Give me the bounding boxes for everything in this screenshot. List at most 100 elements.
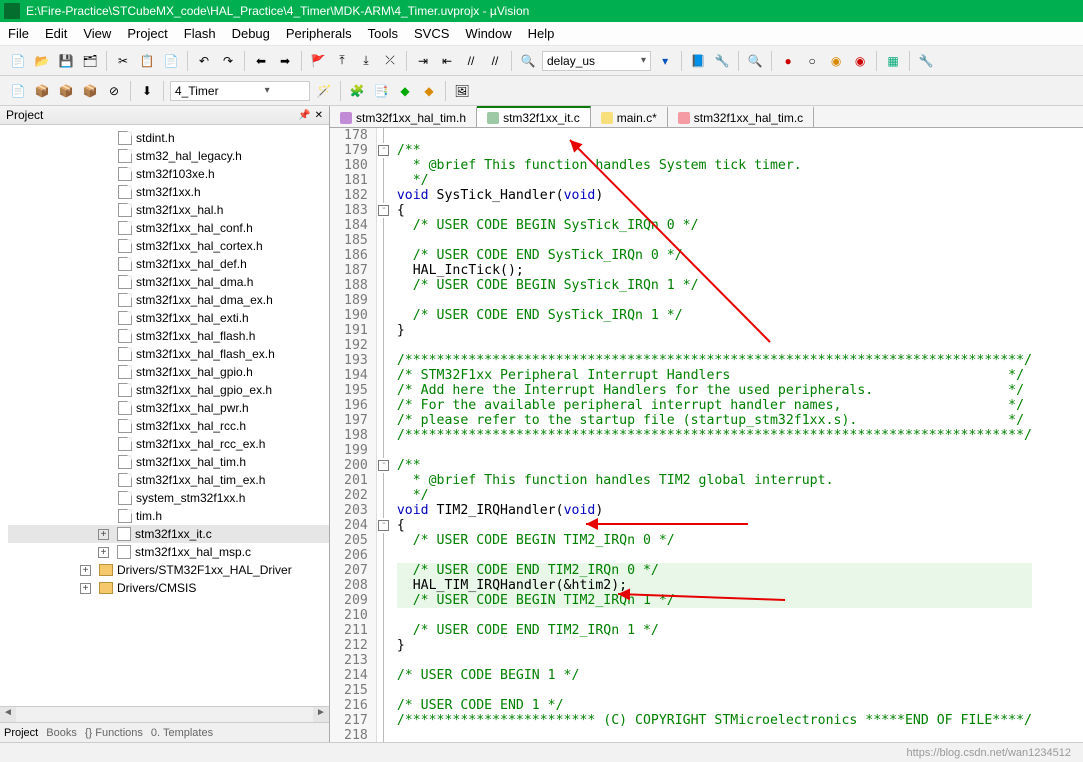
tree-file[interactable]: tim.h — [8, 507, 329, 525]
menu-tools[interactable]: Tools — [368, 26, 398, 41]
paste-icon[interactable]: 📄 — [161, 51, 181, 71]
circle3-icon[interactable]: ◉ — [850, 51, 870, 71]
stop-build-icon[interactable]: ⊘ — [104, 81, 124, 101]
pin-icon[interactable]: 📌 — [298, 110, 310, 121]
tree-file[interactable]: stdint.h — [8, 129, 329, 147]
bookmark-next-icon[interactable]: ⤓ — [356, 51, 376, 71]
close-panel-icon[interactable]: ✕ — [315, 110, 323, 121]
book-icon[interactable]: 📘 — [688, 51, 708, 71]
uncomment-icon[interactable]: // — [485, 51, 505, 71]
bookmark-icon[interactable]: 🚩 — [308, 51, 328, 71]
tree-file[interactable]: stm32f1xx_hal_flash.h — [8, 327, 329, 345]
menu-flash[interactable]: Flash — [184, 26, 216, 41]
tree-file[interactable]: stm32f1xx_hal_flash_ex.h — [8, 345, 329, 363]
menu-project[interactable]: Project — [127, 26, 167, 41]
translate-icon[interactable]: 📄 — [8, 81, 28, 101]
build-icon[interactable]: 📦 — [32, 81, 52, 101]
expand-icon[interactable]: + — [80, 565, 91, 576]
panel-tab[interactable]: Books — [46, 727, 77, 739]
tree-file[interactable]: stm32f103xe.h — [8, 165, 329, 183]
cut-icon[interactable]: ✂ — [113, 51, 133, 71]
circle1-icon[interactable]: ○ — [802, 51, 822, 71]
rte2-icon[interactable]: ◆ — [419, 81, 439, 101]
tree-file[interactable]: stm32f1xx_hal_tim.h — [8, 453, 329, 471]
find-icon[interactable]: 🔍 — [518, 51, 538, 71]
tree-file[interactable]: stm32f1xx_hal_gpio_ex.h — [8, 381, 329, 399]
expand-icon[interactable]: + — [80, 583, 91, 594]
tree-file[interactable]: stm32f1xx_hal.h — [8, 201, 329, 219]
fold-column[interactable] — [377, 128, 391, 742]
debug-icon[interactable]: 🔍 — [745, 51, 765, 71]
download-icon[interactable]: ⬇ — [137, 81, 157, 101]
tree-file[interactable]: stm32f1xx_hal_tim_ex.h — [8, 471, 329, 489]
tree-hscroll[interactable]: ◄► — [0, 706, 329, 722]
editor-tab[interactable]: stm32f1xx_hal_tim.h — [330, 106, 477, 127]
tree-file[interactable]: +stm32f1xx_it.c — [8, 525, 329, 543]
panel-tab[interactable]: Project — [4, 727, 38, 739]
copy-icon[interactable]: 📋 — [137, 51, 157, 71]
open-icon[interactable]: 📂 — [32, 51, 52, 71]
tree-file[interactable]: +stm32f1xx_hal_msp.c — [8, 543, 329, 561]
pack-icon[interactable]: 📑 — [371, 81, 391, 101]
save-icon[interactable]: 💾 — [56, 51, 76, 71]
tree-folder[interactable]: +Drivers/STM32F1xx_HAL_Driver — [8, 561, 329, 579]
batch-build-icon[interactable]: 📦 — [80, 81, 100, 101]
circle2-icon[interactable]: ◉ — [826, 51, 846, 71]
tree-file[interactable]: stm32f1xx_hal_rcc.h — [8, 417, 329, 435]
target-combo[interactable]: 4_Timer — [170, 81, 310, 101]
menu-file[interactable]: File — [8, 26, 29, 41]
save-all-icon[interactable]: 🗂 — [80, 51, 100, 71]
options-icon[interactable]: 🔧 — [916, 51, 936, 71]
manage-icon[interactable]: 🧩 — [347, 81, 367, 101]
find-scope-icon[interactable]: ▾ — [655, 51, 675, 71]
tree-file[interactable]: stm32f1xx.h — [8, 183, 329, 201]
git-icon[interactable]: 🖼 — [452, 81, 472, 101]
find-combo[interactable]: delay_us — [542, 51, 651, 71]
panel-tab[interactable]: 0. Templates — [151, 727, 213, 739]
indent-icon[interactable]: ⇥ — [413, 51, 433, 71]
panel-tab[interactable]: {} Functions — [85, 727, 143, 739]
tree-file[interactable]: stm32f1xx_hal_rcc_ex.h — [8, 435, 329, 453]
new-file-icon[interactable]: 📄 — [8, 51, 28, 71]
tree-file[interactable]: stm32f1xx_hal_gpio.h — [8, 363, 329, 381]
menu-help[interactable]: Help — [528, 26, 555, 41]
tree-file[interactable]: stm32f1xx_hal_dma_ex.h — [8, 291, 329, 309]
rte-icon[interactable]: ◆ — [395, 81, 415, 101]
nav-back-icon[interactable]: ⬅ — [251, 51, 271, 71]
tree-file[interactable]: stm32f1xx_hal_dma.h — [8, 273, 329, 291]
menu-view[interactable]: View — [83, 26, 111, 41]
config-icon[interactable]: 🔧 — [712, 51, 732, 71]
tree-file[interactable]: stm32f1xx_hal_pwr.h — [8, 399, 329, 417]
tree-file[interactable]: stm32f1xx_hal_conf.h — [8, 219, 329, 237]
menu-debug[interactable]: Debug — [232, 26, 270, 41]
comment-icon[interactable]: // — [461, 51, 481, 71]
tree-file[interactable]: stm32_hal_legacy.h — [8, 147, 329, 165]
rebuild-icon[interactable]: 📦 — [56, 81, 76, 101]
nav-fwd-icon[interactable]: ➡ — [275, 51, 295, 71]
expand-icon[interactable]: + — [98, 529, 109, 540]
tree-folder[interactable]: +Drivers/CMSIS — [8, 579, 329, 597]
editor-tab[interactable]: main.c* — [591, 106, 668, 127]
menu-svcs[interactable]: SVCS — [414, 26, 449, 41]
code-editor[interactable]: 1781791801811821831841851861871881891901… — [330, 128, 1083, 742]
tree-file[interactable]: stm32f1xx_hal_cortex.h — [8, 237, 329, 255]
redo-icon[interactable]: ↷ — [218, 51, 238, 71]
undo-icon[interactable]: ↶ — [194, 51, 214, 71]
window-layout-icon[interactable]: ▦ — [883, 51, 903, 71]
rec-icon[interactable]: ● — [778, 51, 798, 71]
tree-file[interactable]: stm32f1xx_hal_exti.h — [8, 309, 329, 327]
expand-icon[interactable]: + — [98, 547, 109, 558]
target-options-icon[interactable]: 🪄 — [314, 81, 334, 101]
panel-bottom-tabs[interactable]: Project Books {} Functions 0. Templates — [0, 722, 329, 742]
tree-file[interactable]: stm32f1xx_hal_def.h — [8, 255, 329, 273]
editor-tab[interactable]: stm32f1xx_hal_tim.c — [668, 106, 814, 127]
project-tree[interactable]: stdint.hstm32_hal_legacy.hstm32f103xe.hs… — [0, 125, 329, 706]
bookmark-clear-icon[interactable]: ⤫ — [380, 51, 400, 71]
menu-edit[interactable]: Edit — [45, 26, 67, 41]
editor-tab[interactable]: stm32f1xx_it.c — [477, 106, 591, 127]
bookmark-prev-icon[interactable]: ⤒ — [332, 51, 352, 71]
menu-window[interactable]: Window — [465, 26, 511, 41]
outdent-icon[interactable]: ⇤ — [437, 51, 457, 71]
tree-file[interactable]: system_stm32f1xx.h — [8, 489, 329, 507]
menu-peripherals[interactable]: Peripherals — [286, 26, 352, 41]
